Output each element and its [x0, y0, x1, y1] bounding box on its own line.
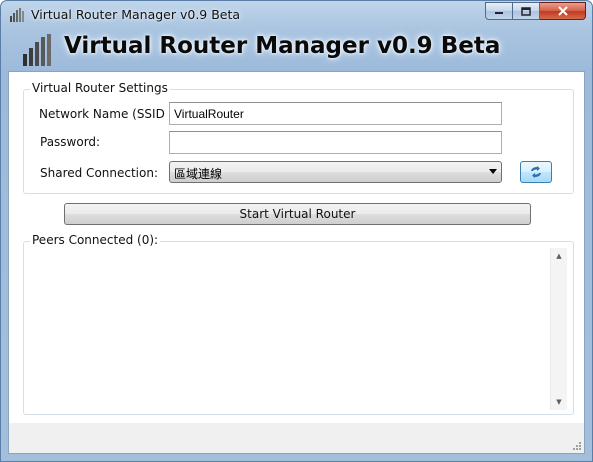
app-icon	[10, 8, 24, 22]
banner-title: Virtual Router Manager v0.9 Beta	[64, 33, 501, 59]
title-bar[interactable]: Virtual Router Manager v0.9 Beta	[1, 1, 592, 29]
scroll-down-icon[interactable]: ▼	[551, 394, 567, 410]
maximize-button[interactable]	[513, 2, 540, 20]
minimize-icon	[495, 12, 503, 14]
window-title: Virtual Router Manager v0.9 Beta	[31, 7, 241, 22]
settings-group-label: Virtual Router Settings	[30, 81, 170, 95]
chevron-down-icon	[489, 169, 497, 174]
maximize-icon	[521, 6, 531, 16]
close-icon	[557, 6, 568, 16]
peers-connected-label: Peers Connected (0):	[30, 233, 161, 247]
close-button[interactable]	[540, 2, 586, 20]
minimize-button[interactable]	[485, 2, 513, 20]
network-name-label: Network Name (SSID	[39, 107, 165, 121]
peers-scrollbar[interactable]: ▲ ▼	[550, 248, 567, 410]
shared-connection-select[interactable]: 區域連線	[169, 161, 502, 183]
password-input[interactable]	[169, 131, 502, 154]
app-banner: Virtual Router Manager v0.9 Beta	[1, 29, 592, 71]
router-icon	[23, 34, 51, 66]
shared-connection-value: 區域連線	[174, 167, 223, 181]
scroll-up-icon[interactable]: ▲	[551, 248, 567, 264]
password-label: Password:	[40, 135, 101, 149]
shared-connection-label: Shared Connection:	[40, 166, 159, 180]
network-name-input[interactable]	[169, 102, 502, 125]
start-virtual-router-button[interactable]: Start Virtual Router	[64, 203, 531, 225]
refresh-connections-button[interactable]	[520, 161, 552, 183]
app-window: Virtual Router Manager v0.9 Beta Virtual…	[0, 0, 593, 462]
peers-connected-group: Peers Connected (0):	[23, 233, 574, 415]
resize-grip-icon[interactable]	[571, 440, 582, 451]
main-panel: Virtual Router Settings Network Name (SS…	[8, 71, 585, 454]
content-area: Virtual Router Settings Network Name (SS…	[9, 72, 584, 423]
refresh-icon	[531, 166, 541, 178]
